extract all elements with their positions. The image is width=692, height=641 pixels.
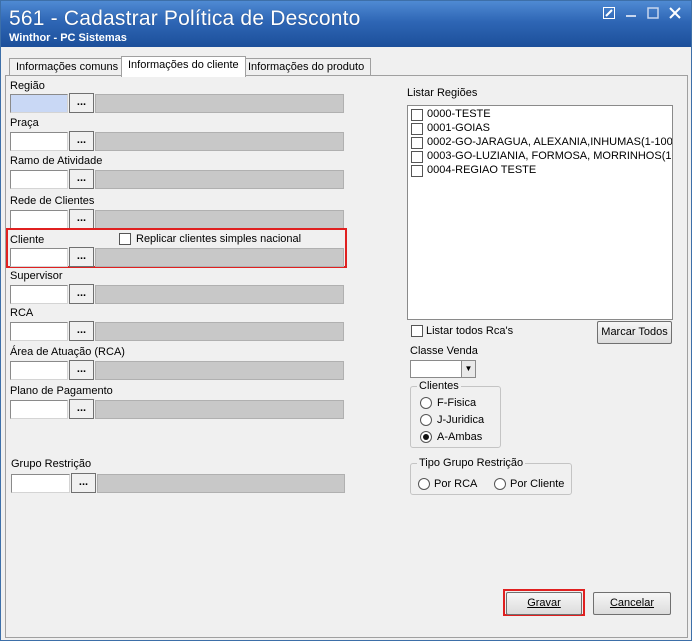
regiao-search-button[interactable]: ... — [69, 93, 94, 113]
grupo-search-button[interactable]: ... — [71, 473, 96, 493]
regiao-item-checkbox[interactable] — [411, 123, 423, 135]
praca-description — [95, 132, 344, 151]
minimize-icon[interactable] — [621, 7, 641, 23]
tipo-grupo-group: Tipo Grupo Restrição Por RCA Por Cliente — [410, 457, 572, 495]
chevron-down-icon[interactable]: ▼ — [461, 361, 475, 377]
edit-icon[interactable] — [599, 7, 619, 23]
praca-search-button[interactable]: ... — [69, 131, 94, 151]
regiao-item-label: 0001-GOIAS — [427, 122, 490, 134]
replicar-clientes-checkbox[interactable] — [119, 233, 131, 245]
rede-input[interactable] — [10, 210, 68, 229]
praca-label: Praça — [10, 117, 39, 129]
juridica-label: J-Juridica — [437, 414, 485, 426]
grupo-description — [97, 474, 345, 493]
plano-description — [95, 400, 344, 419]
regiao-item-label: 0004-REGIAO TESTE — [427, 164, 537, 176]
grupo-label: Grupo Restrição — [11, 458, 92, 470]
clientes-group: Clientes F-Fisica J-Juridica A-Ambas — [410, 380, 501, 448]
replicar-clientes-label: Replicar clientes simples nacional — [136, 233, 302, 245]
rca-description — [95, 322, 344, 341]
regiao-item-label: 0003-GO-LUZIANIA, FORMOSA, MORRINHOS(101… — [427, 150, 673, 162]
area-input[interactable] — [10, 361, 68, 380]
window-subtitle: Winthor - PC Sistemas — [9, 32, 127, 44]
ambas-label: A-Ambas — [437, 431, 483, 443]
area-description — [95, 361, 344, 380]
rede-search-button[interactable]: ... — [69, 209, 94, 229]
regiao-item-label: 0000-TESTE — [427, 108, 491, 120]
praca-input[interactable] — [10, 132, 68, 151]
tab-informacoes-comuns[interactable]: Informações comuns — [9, 58, 126, 76]
rede-description — [95, 210, 344, 229]
fisica-label: F-Fisica — [437, 397, 477, 409]
clientes-group-title: Clientes — [417, 380, 461, 392]
por-rca-label: Por RCA — [434, 478, 478, 490]
rca-label: RCA — [10, 307, 34, 319]
plano-label: Plano de Pagamento — [10, 385, 113, 397]
supervisor-description — [95, 285, 344, 304]
cliente-input[interactable] — [10, 248, 68, 267]
window-title: 561 - Cadastrar Política de Desconto — [9, 7, 361, 30]
cliente-description — [95, 248, 344, 267]
listar-regioes-label: Listar Regiões — [407, 87, 478, 99]
regiao-item-checkbox[interactable] — [411, 137, 423, 149]
ramo-description — [95, 170, 344, 189]
regioes-listbox[interactable]: 0000-TESTE 0001-GOIAS 0002-GO-JARAGUA, A… — [407, 105, 673, 320]
por-rca-radio[interactable] — [418, 478, 430, 490]
maximize-icon[interactable] — [643, 7, 663, 23]
supervisor-search-button[interactable]: ... — [69, 284, 94, 304]
cliente-search-button[interactable]: ... — [69, 247, 94, 267]
regiao-input[interactable] — [10, 94, 68, 113]
classe-venda-label: Classe Venda — [410, 345, 478, 357]
rede-label: Rede de Clientes — [10, 195, 95, 207]
ramo-input[interactable] — [10, 170, 68, 189]
plano-search-button[interactable]: ... — [69, 399, 94, 419]
fisica-radio[interactable] — [420, 397, 432, 409]
supervisor-input[interactable] — [10, 285, 68, 304]
marcar-todos-button[interactable]: Marcar Todos — [597, 321, 672, 344]
listar-rcas-checkbox[interactable] — [411, 325, 423, 337]
regiao-item-checkbox[interactable] — [411, 109, 423, 121]
listar-rcas-label: Listar todos Rca's — [426, 325, 514, 337]
regiao-description — [95, 94, 344, 113]
title-bar[interactable]: 561 - Cadastrar Política de Desconto Win… — [1, 1, 691, 47]
ambas-radio[interactable] — [420, 431, 432, 443]
gravar-label: Gravar — [527, 597, 561, 609]
cliente-label: Cliente — [10, 234, 45, 246]
rca-search-button[interactable]: ... — [69, 321, 94, 341]
regiao-label: Região — [10, 80, 45, 92]
ramo-search-button[interactable]: ... — [69, 169, 94, 189]
gravar-button[interactable]: Gravar — [506, 592, 582, 615]
por-cliente-label: Por Cliente — [510, 478, 565, 490]
ramo-label: Ramo de Atividade — [10, 155, 103, 167]
grupo-input[interactable] — [11, 474, 70, 493]
area-label: Área de Atuação (RCA) — [10, 346, 125, 358]
supervisor-label: Supervisor — [10, 270, 63, 282]
close-icon[interactable] — [665, 7, 685, 23]
classe-venda-select[interactable]: ▼ — [410, 360, 476, 378]
regiao-item-checkbox[interactable] — [411, 151, 423, 163]
tab-informacoes-cliente[interactable]: Informações do cliente — [121, 56, 246, 77]
plano-input[interactable] — [10, 400, 68, 419]
area-search-button[interactable]: ... — [69, 360, 94, 380]
regiao-item-label: 0002-GO-JARAGUA, ALEXANIA,INHUMAS(1-100) — [427, 136, 673, 148]
tab-informacoes-produto[interactable]: Informações do produto — [241, 58, 372, 76]
rca-input[interactable] — [10, 322, 68, 341]
juridica-radio[interactable] — [420, 414, 432, 426]
cancelar-button[interactable]: Cancelar — [593, 592, 671, 615]
por-cliente-radio[interactable] — [494, 478, 506, 490]
main-window: 561 - Cadastrar Política de Desconto Win… — [0, 0, 692, 641]
regiao-item-checkbox[interactable] — [411, 165, 423, 177]
tipo-grupo-title: Tipo Grupo Restrição — [417, 457, 526, 469]
cancelar-label: Cancelar — [609, 597, 655, 609]
